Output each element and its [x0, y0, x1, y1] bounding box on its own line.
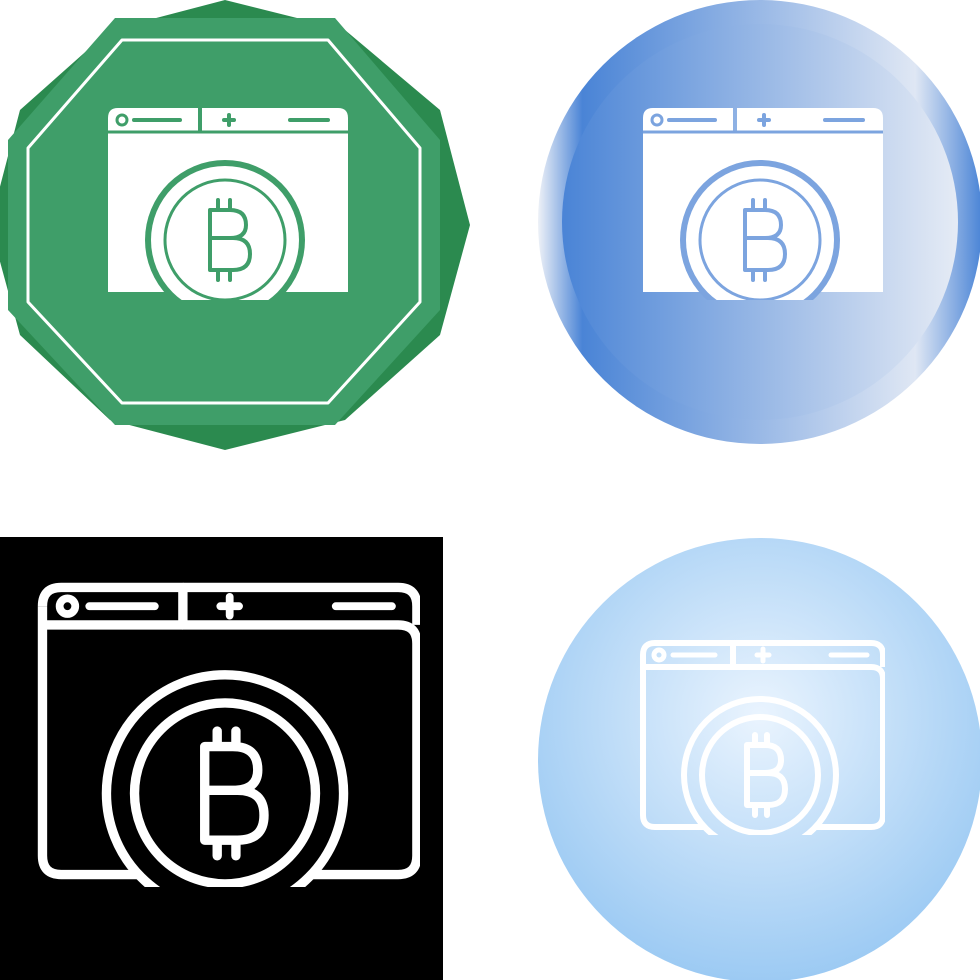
browser-bitcoin-icon: [0, 537, 443, 980]
black-square-tile: [0, 490, 490, 980]
browser-bitcoin-icon: [538, 538, 980, 980]
green-badge-tile: [0, 0, 490, 490]
light-blue-tile: [490, 490, 980, 980]
browser-bitcoin-icon: [0, 0, 470, 450]
browser-bitcoin-icon: [538, 0, 980, 444]
blue-gradient-tile: [490, 0, 980, 490]
